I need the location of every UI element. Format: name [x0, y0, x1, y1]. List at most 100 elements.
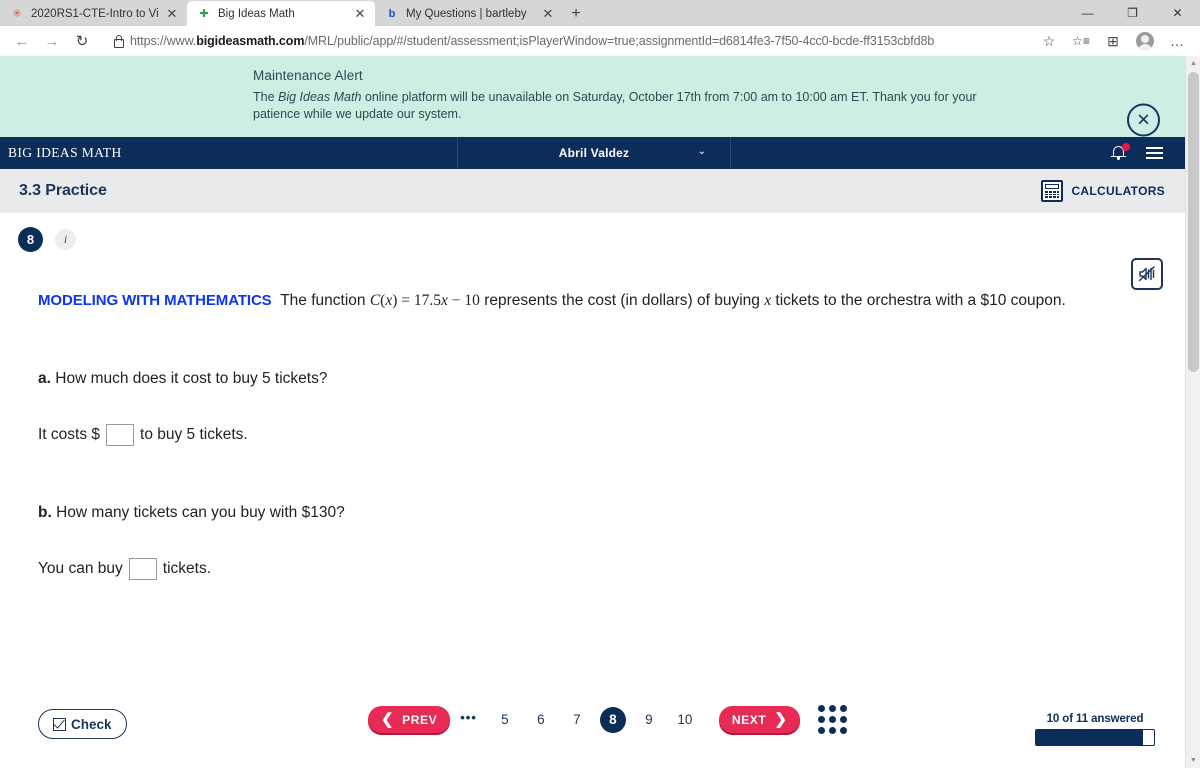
maintenance-alert: Maintenance Alert The Big Ideas Math onl…: [0, 56, 1185, 137]
check-label: Check: [71, 716, 112, 732]
tab-favicon-canvas: ✳: [12, 8, 22, 20]
favorite-star-icon[interactable]: ☆: [1034, 28, 1064, 54]
part-a-answer-suffix: to buy 5 tickets.: [140, 426, 248, 443]
part-b-text: How many tickets can you buy with $130?: [56, 504, 345, 521]
profile-avatar[interactable]: [1130, 28, 1160, 54]
page-scrollbar[interactable]: ▲ ▼: [1185, 56, 1200, 768]
close-icon[interactable]: ✕: [353, 7, 367, 21]
question-part-a: a. How much does it cost to buy 5 ticket…: [38, 370, 1185, 446]
window-controls: — ❐ ✕: [1065, 0, 1200, 26]
function-body: = 17.5: [401, 292, 442, 309]
reload-icon[interactable]: ↻: [68, 28, 96, 54]
address-bar[interactable]: https://www.bigideasmath.com/MRL/public/…: [102, 29, 1028, 53]
page-title: 3.3 Practice: [19, 182, 107, 199]
user-name: Abril Valdez: [558, 146, 630, 160]
minimize-icon[interactable]: —: [1065, 0, 1110, 26]
new-tab-button[interactable]: +: [563, 1, 589, 26]
browser-window: ✳ 2020RS1-CTE-Intro to Video Pro ✕ ✚ Big…: [0, 0, 1200, 768]
scrollbar-thumb[interactable]: [1188, 72, 1199, 372]
function-tail: − 10: [451, 292, 480, 309]
chevron-down-icon: ⌄: [697, 146, 706, 157]
progress-fill: [1036, 730, 1144, 745]
part-b-question: b. How many tickets can you buy with $13…: [38, 504, 1185, 522]
lock-icon: [113, 35, 124, 48]
browser-tab-2[interactable]: ✚ Big Ideas Math ✕: [187, 1, 375, 26]
question-area: 8 i MODELING WITH MATHEMATICS The functi…: [0, 213, 1185, 668]
question-part-b: b. How many tickets can you buy with $13…: [38, 504, 1185, 580]
page-8[interactable]: 8: [599, 706, 626, 733]
part-a-question: a. How much does it cost to buy 5 ticket…: [38, 370, 1185, 388]
part-b-answer-suffix: tickets.: [162, 560, 211, 577]
speaker-mute-glyph: [1138, 266, 1155, 282]
page-9[interactable]: 9: [636, 707, 662, 733]
tab-title: Big Ideas Math: [218, 7, 295, 20]
next-label: NEXT: [731, 712, 767, 727]
checkbox-check-icon: [53, 717, 66, 731]
browser-tab-1[interactable]: ✳ 2020RS1-CTE-Intro to Video Pro ✕: [0, 1, 187, 26]
part-b-answer-line: You can buy tickets.: [38, 558, 1185, 580]
page-10[interactable]: 10: [672, 707, 698, 733]
progress-label: 10 of 11 answered: [1046, 713, 1144, 725]
notification-bell-icon[interactable]: [1111, 143, 1130, 162]
calculators-label: CALCULATORS: [1071, 184, 1165, 198]
close-icon[interactable]: ✕: [165, 7, 179, 21]
tab-strip: ✳ 2020RS1-CTE-Intro to Video Pro ✕ ✚ Big…: [0, 0, 1200, 26]
question-tag: MODELING WITH MATHEMATICS: [38, 292, 272, 309]
more-options-icon[interactable]: …: [1162, 28, 1192, 54]
hamburger-menu-icon[interactable]: [1146, 144, 1163, 162]
assignment-titlebar: 3.3 Practice CALCULATORS: [0, 169, 1185, 213]
page-6[interactable]: 6: [528, 707, 554, 733]
page-7[interactable]: 7: [564, 707, 590, 733]
header-spacer: [731, 137, 1111, 169]
next-button[interactable]: NEXT ❯: [718, 706, 801, 733]
part-a-answer-line: It costs $ to buy 5 tickets.: [38, 424, 1185, 446]
part-a-text: How much does it cost to buy 5 tickets?: [55, 370, 328, 387]
mute-speaker-icon[interactable]: [1131, 258, 1163, 290]
window-close-icon[interactable]: ✕: [1155, 0, 1200, 26]
prompt-text-2: represents the cost (in dollars) of buyi…: [479, 292, 765, 309]
part-b-label: b.: [38, 504, 52, 521]
check-button[interactable]: Check: [38, 709, 127, 739]
back-icon[interactable]: ←: [8, 28, 36, 54]
assessment-footer: Check ❮ PREV ••• 5 6 7 8 9 10 NEXT ❯ 10 …: [0, 693, 1185, 768]
pagination-ellipsis[interactable]: •••: [450, 710, 487, 730]
user-menu[interactable]: Abril Valdez ⌄: [458, 137, 731, 169]
prev-button[interactable]: ❮ PREV: [368, 706, 451, 733]
notification-badge: [1122, 143, 1130, 151]
maximize-icon[interactable]: ❐: [1110, 0, 1155, 26]
calculators-button[interactable]: CALCULATORS: [1041, 180, 1165, 202]
browser-toolbar: ← → ↻ https://www.bigideasmath.com/MRL/p…: [0, 26, 1200, 56]
tab-favicon-bartleby: b: [388, 7, 396, 20]
forward-icon[interactable]: →: [38, 28, 66, 54]
tab-title: My Questions | bartleby: [406, 7, 527, 20]
prompt-text-1: The function: [280, 292, 370, 309]
question-number-badge: 8: [18, 227, 43, 252]
function-name: C: [369, 292, 381, 309]
tab-favicon-bigideas: ✚: [199, 8, 209, 20]
browser-tab-3[interactable]: b My Questions | bartleby ✕: [375, 1, 563, 26]
pagination: ❮ PREV ••• 5 6 7 8 9 10 NEXT ❯: [368, 705, 848, 734]
question-header: 8 i: [0, 213, 1185, 252]
question-prompt: MODELING WITH MATHEMATICS The function C…: [38, 292, 1066, 309]
collections-icon[interactable]: ⊞: [1098, 28, 1128, 54]
page-5[interactable]: 5: [492, 707, 518, 733]
question-body: MODELING WITH MATHEMATICS The function C…: [0, 252, 1185, 580]
close-icon[interactable]: ✕: [541, 7, 555, 21]
function-var: x: [441, 292, 448, 309]
tab-title: 2020RS1-CTE-Intro to Video Pro: [31, 7, 158, 20]
info-icon[interactable]: i: [55, 229, 76, 250]
app-logo: BIG IDEAS MATH: [0, 137, 458, 169]
favorites-bar-icon[interactable]: ☆≡: [1066, 28, 1096, 54]
scroll-up-icon[interactable]: ▲: [1186, 56, 1200, 71]
header-actions: [1111, 137, 1185, 169]
alert-close-button[interactable]: ✕: [1127, 103, 1160, 137]
part-a-answer-input[interactable]: [106, 424, 135, 446]
alert-body: The Big Ideas Math online platform will …: [253, 90, 977, 121]
question-grid-icon[interactable]: [818, 705, 848, 734]
part-a-answer-prefix: It costs $: [38, 426, 101, 443]
prompt-text-3: tickets to the orchestra with a $10 coup…: [771, 292, 1066, 309]
scroll-down-icon[interactable]: ▼: [1186, 753, 1200, 768]
web-page: Maintenance Alert The Big Ideas Math onl…: [0, 56, 1185, 768]
part-a-label: a.: [38, 370, 51, 387]
part-b-answer-input[interactable]: [128, 558, 157, 580]
